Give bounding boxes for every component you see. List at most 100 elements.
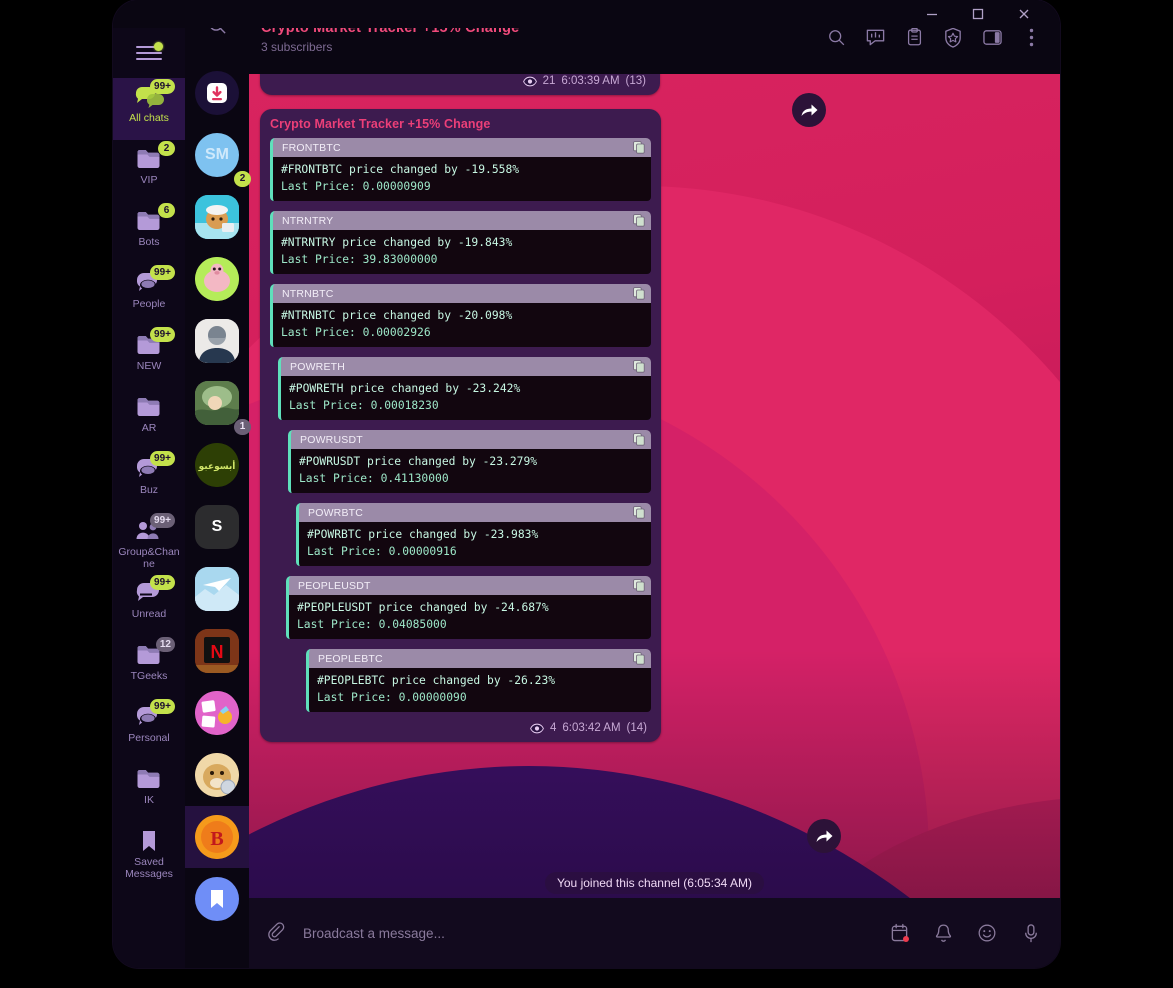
avatar-pig[interactable] [185, 248, 249, 310]
microphone-icon[interactable] [1020, 922, 1042, 944]
svg-text:N: N [211, 642, 224, 662]
sidebar-item-ik[interactable]: IK [113, 760, 185, 822]
hamburger-menu-button[interactable] [113, 28, 185, 78]
forward-message-button[interactable] [792, 93, 826, 127]
copy-icon[interactable] [633, 214, 645, 227]
avatar-portrait[interactable] [185, 310, 249, 372]
price-card-header: POWRUSDT [288, 430, 651, 449]
sidebar-item-unread[interactable]: 99+ Unread [113, 574, 185, 636]
avatar-archive[interactable] [185, 62, 249, 124]
sidebar-item-bots[interactable]: 6 Bots [113, 202, 185, 264]
price-card-symbol: NTRNBTC [282, 287, 334, 300]
price-card-body: #PEOPLEBTC price changed by -26.23% Last… [306, 668, 651, 712]
avatar-netflix[interactable]: N [185, 620, 249, 682]
clipboard-icon[interactable] [903, 26, 925, 48]
avatar [195, 753, 239, 797]
avatar: SM [195, 133, 239, 177]
minimize-button[interactable] [922, 4, 942, 24]
copy-icon[interactable] [633, 506, 645, 519]
folder-badge: 99+ [150, 451, 175, 466]
man-portrait-photo [195, 319, 239, 363]
maximize-button[interactable] [968, 4, 988, 24]
svg-text:B: B [210, 828, 223, 850]
message-input[interactable]: Broadcast a message... [303, 926, 888, 941]
folder-icon-wrap: 99+ [132, 79, 175, 110]
doge-photo [195, 753, 239, 797]
shield-star-icon[interactable] [942, 26, 964, 48]
folder-icon-wrap: 99+ [132, 699, 175, 730]
notification-bell-icon[interactable] [932, 922, 954, 944]
schedule-calendar-icon[interactable] [888, 922, 910, 944]
avatar-telegram-mountain[interactable] [185, 558, 249, 620]
emoji-smiley-icon[interactable] [976, 922, 998, 944]
close-button[interactable] [1014, 4, 1034, 24]
sidebar-item-tgeeks[interactable]: 12 TGeeks [113, 636, 185, 698]
folder-icon-wrap: 99+ [132, 265, 175, 296]
paper-plane-photo [195, 567, 239, 611]
forward-message-button[interactable] [807, 819, 841, 853]
sidebar-item-new[interactable]: 99+ NEW [113, 326, 185, 388]
copy-icon[interactable] [633, 287, 645, 300]
anime-photo [195, 381, 239, 425]
views-eye-icon [530, 723, 544, 733]
message-counter: (14) [626, 722, 647, 734]
copy-icon[interactable] [633, 141, 645, 154]
avatar-bear[interactable] [185, 186, 249, 248]
avatar-anime[interactable]: 1 [185, 372, 251, 435]
avatar: N [195, 629, 239, 673]
message-meta: 4 6:03:42 AM (14) [270, 722, 651, 737]
message-meta: 21 6:03:39 AM (13) [270, 75, 650, 90]
message-time: 6:03:39 AM [561, 75, 620, 87]
price-card: POWRBTC #POWRBTC price changed by -23.98… [296, 503, 651, 566]
price-card: FRONTBTC #FRONTBTC price changed by -19.… [270, 138, 651, 201]
copy-icon[interactable] [633, 360, 645, 373]
search-icon[interactable] [825, 26, 847, 48]
price-card-header: POWRETH [278, 357, 651, 376]
price-card-symbol: PEOPLEBTC [318, 652, 383, 665]
sidebar-item-label: Unread [131, 608, 167, 620]
sidebar-item-vip[interactable]: 2 VIP [113, 140, 185, 202]
messages-root: NTRNUSDT Last Price: 1.31520000 21 6:03:… [249, 66, 1060, 742]
avatar-list: SM 2 1 أبسوعبو S N B [185, 62, 251, 930]
price-card-symbol: PEOPLEUSDT [298, 579, 371, 592]
message-author: Crypto Market Tracker +15% Change [270, 117, 491, 131]
avatar: أبسوعبو [195, 443, 239, 487]
sidebar-item-ar[interactable]: AR [113, 388, 185, 450]
avatar-crypto-tracker[interactable]: B [185, 806, 249, 868]
copy-icon[interactable] [633, 652, 645, 665]
chat-stats-icon[interactable] [864, 26, 886, 48]
service-message: You joined this channel (6:05:34 AM) [249, 872, 1060, 894]
folder-icon-wrap: 12 [132, 637, 175, 668]
sidebar-item-saved-messages[interactable]: Saved Messages [113, 822, 185, 884]
message-bubble[interactable]: Crypto Market Tracker +15% Change FRONTB… [260, 109, 661, 742]
paperclip-icon[interactable] [263, 920, 289, 946]
avatar [195, 257, 239, 301]
telegram-window: 99+ All chats 2 VIP 6 Bots 99+ People 99… [113, 0, 1060, 968]
avatar-s-logo[interactable]: S [185, 496, 249, 558]
sidebar-item-buz[interactable]: 99+ Buz [113, 450, 185, 512]
avatar-saved-messages[interactable] [185, 868, 249, 930]
sidebar-item-group-channe[interactable]: 99+ Group&Channe [113, 512, 185, 574]
message-list[interactable]: NTRNUSDT Last Price: 1.31520000 21 6:03:… [249, 66, 1060, 898]
sidebar-item-personal[interactable]: 99+ Personal [113, 698, 185, 760]
avatar-arabic[interactable]: أبسوعبو [185, 434, 249, 496]
avatar-sm[interactable]: SM 2 [185, 124, 251, 187]
avatar-doge[interactable] [185, 744, 249, 806]
price-card-body: #POWRUSDT price changed by -23.279% Last… [288, 449, 651, 493]
views-eye-icon [522, 76, 537, 86]
more-options-icon[interactable] [1020, 26, 1042, 48]
sidebar-item-people[interactable]: 99+ People [113, 264, 185, 326]
forward-arrow-icon [801, 104, 817, 116]
price-card-symbol: POWRUSDT [300, 433, 363, 446]
folder-badge: 2 [158, 141, 175, 156]
message-composer: Broadcast a message... [249, 898, 1060, 968]
copy-icon[interactable] [633, 433, 645, 446]
sidebar-item-label: IK [144, 794, 154, 806]
folder-icon [137, 770, 160, 788]
avatar-badge: 1 [234, 419, 251, 435]
sidebar-item-all-chats[interactable]: 99+ All chats [113, 78, 185, 140]
sidebar-panel-icon[interactable] [981, 26, 1003, 48]
copy-icon[interactable] [633, 579, 645, 592]
avatar-notes[interactable] [185, 682, 249, 744]
calendar-alert-dot [903, 936, 909, 942]
